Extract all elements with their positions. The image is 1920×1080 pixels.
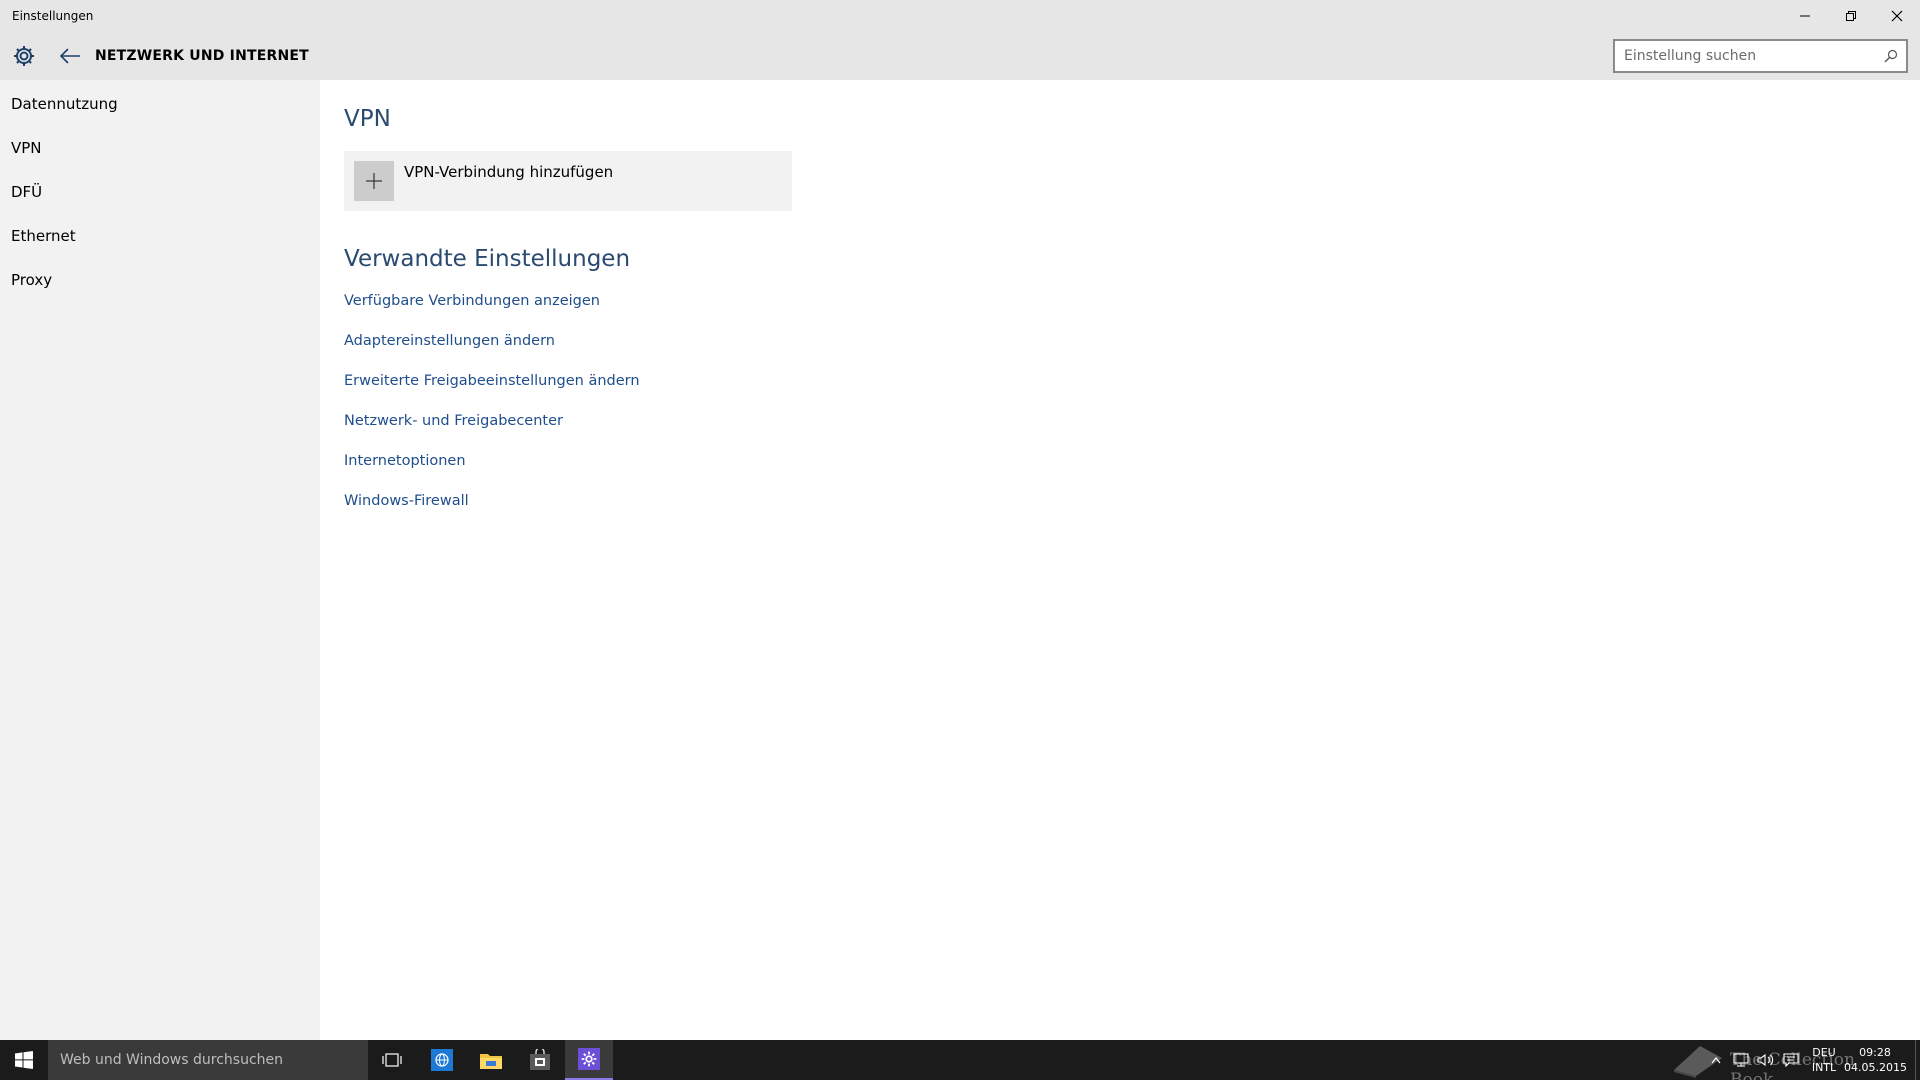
task-view-button[interactable] xyxy=(368,1040,416,1080)
windows-logo-icon xyxy=(15,1051,33,1069)
chevron-up-icon xyxy=(1711,1057,1721,1064)
sidebar-item-dfu[interactable]: DFÜ xyxy=(11,183,42,201)
clock-date: 04.05.2015 xyxy=(1844,1061,1907,1074)
speaker-icon xyxy=(1757,1053,1774,1067)
clock-time: 09:28 xyxy=(1859,1046,1891,1059)
link-adapter-settings[interactable]: Adaptereinstellungen ändern xyxy=(344,333,555,349)
volume-tray-button[interactable] xyxy=(1754,1040,1778,1080)
taskbar-search-input[interactable] xyxy=(48,1040,358,1080)
sidebar-item-datennutzung[interactable]: Datennutzung xyxy=(11,95,118,113)
close-button[interactable] xyxy=(1874,0,1920,32)
minimize-icon xyxy=(1800,15,1810,17)
link-advanced-sharing[interactable]: Erweiterte Freigabeeinstellungen ändern xyxy=(344,373,640,389)
link-internet-options[interactable]: Internetoptionen xyxy=(344,453,466,469)
input-language-indicator[interactable]: DEU INTL xyxy=(1808,1045,1840,1075)
store-bag-icon xyxy=(530,1049,550,1070)
taskbar-file-explorer-button[interactable] xyxy=(467,1040,515,1080)
keyboard-layout: INTL xyxy=(1811,1061,1837,1074)
notifications-tray-button[interactable] xyxy=(1779,1040,1803,1080)
taskbar: The Collection Book DEU INTL 09:28 04.05… xyxy=(0,1040,1920,1080)
sidebar-item-vpn[interactable]: VPN xyxy=(11,139,42,157)
vpn-heading: VPN xyxy=(344,106,391,132)
settings-gear-icon xyxy=(578,1048,600,1070)
taskbar-store-button[interactable] xyxy=(516,1040,564,1080)
settings-search-input[interactable] xyxy=(1615,41,1870,71)
minimize-button[interactable] xyxy=(1782,0,1828,32)
taskbar-settings-button[interactable] xyxy=(565,1040,613,1080)
show-desktop-button[interactable] xyxy=(1915,1040,1920,1080)
main-content: VPN VPN-Verbindung hinzufügen Verwandte … xyxy=(320,80,1920,1040)
sidebar-item-ethernet[interactable]: Ethernet xyxy=(11,227,76,245)
related-settings-heading: Verwandte Einstellungen xyxy=(344,246,631,272)
taskbar-search-box[interactable] xyxy=(48,1040,368,1080)
language-code: DEU xyxy=(1812,1046,1836,1059)
folder-icon xyxy=(480,1054,502,1069)
title-bar: Einstellungen xyxy=(0,0,1920,32)
task-view-icon xyxy=(382,1053,402,1067)
arrow-left-icon xyxy=(59,48,80,64)
network-tray-button[interactable] xyxy=(1729,1040,1753,1080)
back-button[interactable] xyxy=(56,42,84,70)
start-button[interactable] xyxy=(0,1040,48,1080)
window-title: Einstellungen xyxy=(12,9,94,23)
close-icon xyxy=(1891,10,1903,22)
link-available-connections[interactable]: Verfügbare Verbindungen anzeigen xyxy=(344,293,600,309)
link-windows-firewall[interactable]: Windows-Firewall xyxy=(344,493,469,509)
search-icon[interactable] xyxy=(1884,49,1898,63)
settings-header: NETZWERK UND INTERNET xyxy=(0,32,1920,80)
sidebar: Datennutzung VPN DFÜ Ethernet Proxy xyxy=(0,80,320,1040)
add-vpn-label: VPN-Verbindung hinzufügen xyxy=(404,163,614,181)
add-vpn-button[interactable]: VPN-Verbindung hinzufügen xyxy=(344,151,792,211)
sidebar-item-proxy[interactable]: Proxy xyxy=(11,271,52,289)
show-hidden-icons-button[interactable] xyxy=(1705,1040,1727,1080)
message-icon xyxy=(1783,1053,1799,1067)
clock[interactable]: 09:28 04.05.2015 xyxy=(1844,1045,1907,1075)
network-icon xyxy=(1733,1053,1749,1067)
link-network-sharing-center[interactable]: Netzwerk- und Freigabecenter xyxy=(344,413,563,429)
restore-icon xyxy=(1846,11,1856,21)
settings-search-box[interactable] xyxy=(1613,39,1908,73)
plus-icon xyxy=(354,161,394,201)
globe-icon xyxy=(431,1049,453,1071)
gear-icon xyxy=(10,42,38,70)
page-title: NETZWERK UND INTERNET xyxy=(95,48,309,64)
taskbar-browser-button[interactable] xyxy=(418,1040,466,1080)
restore-button[interactable] xyxy=(1828,0,1874,32)
